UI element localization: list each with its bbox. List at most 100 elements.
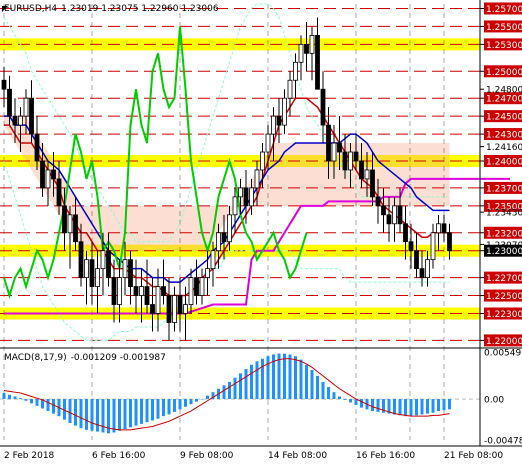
candle-body <box>419 268 425 279</box>
macd-histogram-bar <box>90 399 94 431</box>
macd-histogram-bar <box>162 399 165 417</box>
macd-histogram-bar <box>145 399 149 423</box>
candle-body <box>78 241 84 279</box>
candle-body <box>23 97 29 117</box>
candle-body <box>62 205 67 234</box>
macd-histogram-bar <box>393 399 396 415</box>
candle-body <box>265 133 271 153</box>
macd-histogram-bar <box>79 399 83 429</box>
candle-body <box>326 124 331 162</box>
macd-histogram-bar <box>426 399 429 414</box>
macd-histogram-bar <box>35 399 39 406</box>
time-tick-label: 2 Feb 2018 <box>4 451 55 461</box>
macd-histogram-bar <box>52 399 55 414</box>
candle-body <box>359 160 364 180</box>
macd-histogram-bar <box>184 399 187 407</box>
price-tick-label: 1.22700 <box>486 274 522 284</box>
time-tick-label: 14 Feb 08:00 <box>268 451 327 461</box>
macd-tick-label: -0.004781 <box>484 437 522 447</box>
candle-body <box>375 196 381 207</box>
macd-histogram-bar <box>294 356 297 400</box>
candle-body <box>309 34 315 54</box>
macd-histogram-bar <box>233 377 237 400</box>
candle-body <box>172 295 177 323</box>
macd-histogram-bar <box>239 373 242 400</box>
macd-histogram-bar <box>431 399 435 413</box>
macd-histogram-bar <box>189 399 193 405</box>
candle-body <box>144 286 150 305</box>
candle-body <box>100 250 106 270</box>
time-tick-label: 21 Feb 08:00 <box>444 451 503 461</box>
candle-body <box>177 295 183 314</box>
candle-body <box>441 223 447 234</box>
candle-body <box>111 277 117 305</box>
candle-body <box>216 232 221 252</box>
macd-histogram-bar <box>151 399 154 421</box>
chart-canvas: 1.257001.255001.253001.250001.248001.247… <box>0 0 522 461</box>
macd-histogram-bar <box>255 361 259 400</box>
candle-body <box>205 268 210 279</box>
chart-root: 1.25700 1.25500 1.25300 1.25000 1.24800 1.247… <box>0 0 522 466</box>
candle-body <box>447 232 452 252</box>
candle-body <box>12 115 18 126</box>
macd-histogram-bar <box>420 399 424 415</box>
candle-body <box>155 286 161 314</box>
candle-body <box>243 187 249 207</box>
macd-histogram-bar <box>30 399 33 404</box>
macd-histogram-bar <box>360 399 363 408</box>
candle-body <box>276 115 282 126</box>
candle-body <box>381 205 386 216</box>
candle-body <box>425 259 430 279</box>
macd-histogram-bar <box>228 381 231 400</box>
macd-histogram-bar <box>316 375 319 400</box>
candle-body <box>287 79 293 99</box>
price-tick-label: 1.25500 <box>486 23 522 33</box>
macd-histogram-bar <box>448 399 451 410</box>
macd-histogram-bar <box>118 399 121 431</box>
candle-body <box>342 151 348 171</box>
symbol-label: EURUSD,H4 <box>4 4 57 14</box>
candle-body <box>320 88 326 126</box>
price-tick-label: 1.22300 <box>486 310 522 320</box>
candle-body <box>29 97 34 135</box>
candle-body <box>370 169 375 198</box>
price-tick-label: 1.24300 <box>486 131 522 141</box>
candle-body <box>128 259 133 287</box>
candle-body <box>188 277 194 305</box>
candle-body <box>364 169 370 180</box>
price-tick-label: 1.23000 <box>486 247 522 257</box>
macd-histogram-bar <box>2 393 6 400</box>
price-tick-label: 1.24000 <box>486 157 522 167</box>
candle-body <box>122 259 128 279</box>
candle-body <box>51 169 56 180</box>
macd-histogram-bar <box>437 399 440 412</box>
candle-body <box>249 187 254 207</box>
macd-histogram-bar <box>327 387 330 400</box>
macd-histogram-bar <box>415 399 418 416</box>
candle-body <box>183 304 188 314</box>
candle-body <box>221 232 227 243</box>
candle-body <box>397 205 403 225</box>
time-tick-label: 9 Feb 08:00 <box>180 451 234 461</box>
macd-histogram-bar <box>101 399 105 433</box>
macd-histogram-bar <box>134 399 138 426</box>
macd-histogram-bar <box>68 399 72 424</box>
candle-body <box>89 259 95 287</box>
candle-body <box>34 133 40 162</box>
price-tick-label: 1.24500 <box>486 113 522 123</box>
candle-body <box>133 286 139 296</box>
macd-histogram-bar <box>46 399 50 412</box>
macd-tick-label: 0.00 <box>484 396 504 406</box>
macd-histogram-bar <box>371 399 374 412</box>
macd-histogram-bar <box>442 399 446 411</box>
price-tick-label: 1.23430 <box>486 209 522 219</box>
candle-body <box>282 97 287 126</box>
macd-histogram-bar <box>195 399 198 402</box>
macd-histogram-bar <box>13 396 17 400</box>
macd-histogram-bar <box>8 394 11 400</box>
macd-histogram-bar <box>404 399 407 417</box>
macd-histogram-bar <box>24 399 28 401</box>
macd-histogram-bar <box>409 399 413 417</box>
candle-body <box>232 196 238 216</box>
candle-body <box>331 142 337 162</box>
